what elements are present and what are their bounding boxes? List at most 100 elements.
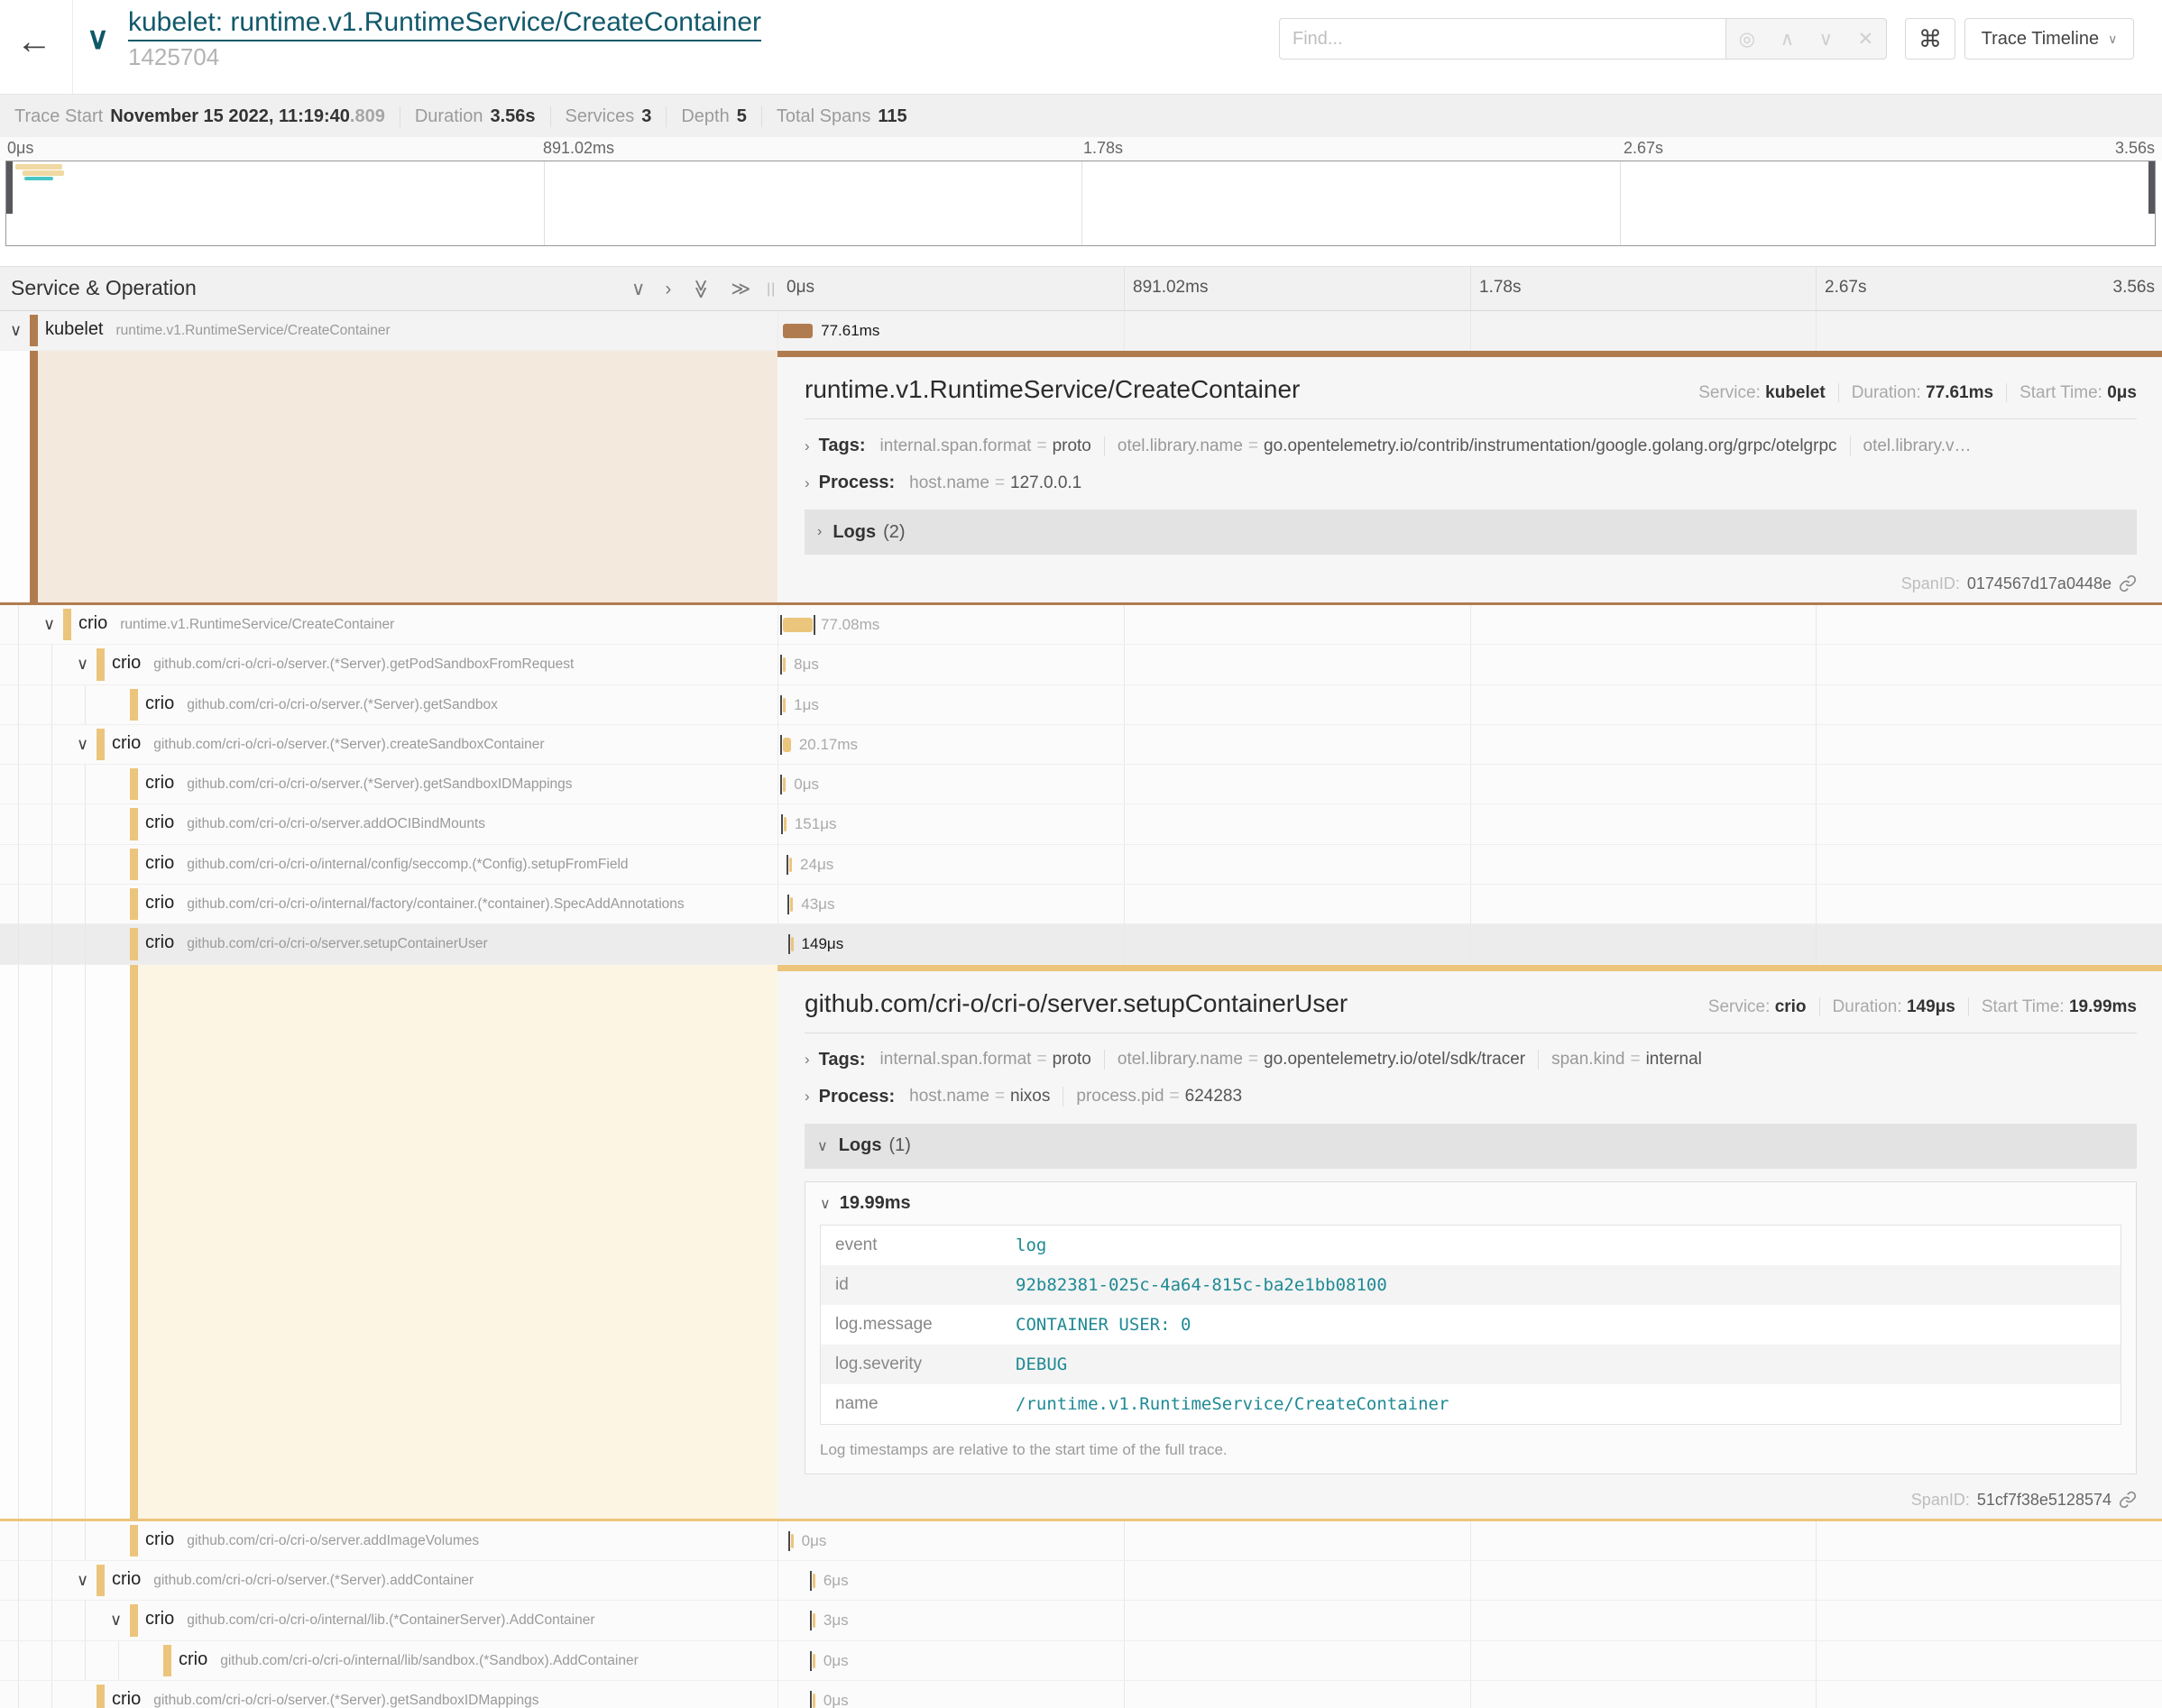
span-row[interactable]: criogithub.com/cri-o/cri-o/internal/conf…	[0, 845, 2162, 885]
view-selector-button[interactable]: Trace Timeline ∨	[1964, 18, 2134, 60]
span-row[interactable]: ∨kubeletruntime.v1.RuntimeService/Create…	[0, 311, 2162, 351]
minimap-left-handle[interactable]	[6, 161, 13, 214]
span-name-cell[interactable]: criogithub.com/cri-o/cri-o/internal/conf…	[0, 845, 778, 884]
span-duration-bar[interactable]	[813, 1574, 815, 1588]
span-row[interactable]: ∨criogithub.com/cri-o/cri-o/server.(*Ser…	[0, 725, 2162, 765]
span-row[interactable]: criogithub.com/cri-o/cri-o/server.setupC…	[0, 924, 2162, 964]
span-timeline-cell[interactable]: 151μs	[777, 804, 2162, 843]
span-toggle-icon[interactable]: ∨	[77, 1571, 88, 1590]
span-timeline-cell[interactable]: 0μs	[777, 765, 2162, 803]
span-row[interactable]: ∨criogithub.com/cri-o/cri-o/server.(*Ser…	[0, 645, 2162, 684]
span-toggle-icon[interactable]: ∨	[77, 655, 88, 674]
span-name-cell[interactable]: ∨criogithub.com/cri-o/cri-o/server.(*Ser…	[0, 645, 778, 684]
span-row[interactable]: criogithub.com/cri-o/cri-o/server.(*Serv…	[0, 1681, 2162, 1708]
span-name-cell[interactable]: criogithub.com/cri-o/cri-o/server.(*Serv…	[0, 1681, 778, 1708]
chevron-down-icon[interactable]: ∨	[1819, 28, 1833, 51]
span-timeline-cell[interactable]: 8μs	[777, 645, 2162, 684]
span-duration-bar[interactable]	[783, 777, 786, 792]
trace-minimap[interactable]	[5, 161, 2156, 246]
span-duration-bar[interactable]	[791, 1534, 794, 1548]
back-arrow-icon[interactable]: ←	[16, 23, 52, 60]
span-name-cell[interactable]: ∨kubeletruntime.v1.RuntimeService/Create…	[0, 311, 778, 350]
span-name-cell[interactable]: criogithub.com/cri-o/cri-o/server.addIma…	[0, 1521, 778, 1560]
span-toggle-icon[interactable]: ∨	[77, 735, 88, 754]
span-timeline-cell[interactable]: 149μs	[777, 924, 2162, 963]
chevron-up-icon[interactable]: ∧	[1780, 28, 1794, 51]
keyboard-shortcuts-button[interactable]: ⌘	[1905, 18, 1955, 60]
span-duration-bar[interactable]	[783, 618, 813, 632]
span-row[interactable]: criogithub.com/cri-o/cri-o/server.(*Serv…	[0, 685, 2162, 725]
span-toggle-icon[interactable]: ∨	[110, 1611, 122, 1630]
span-timeline-cell[interactable]: 43μs	[777, 885, 2162, 923]
span-timeline-cell[interactable]: 0μs	[777, 1521, 2162, 1560]
span-name-cell[interactable]: criogithub.com/cri-o/cri-o/server.addOCI…	[0, 804, 778, 843]
logs-accordion[interactable]: ∨ Logs(1)	[805, 1124, 2137, 1169]
span-duration-bar[interactable]	[783, 657, 786, 672]
detail-left-column	[0, 351, 777, 602]
process-row[interactable]: › Process: host.name=127.0.0.1	[805, 473, 2137, 493]
self-time-tick	[787, 895, 789, 914]
span-duration-bar[interactable]	[783, 324, 813, 338]
span-service-name: crioruntime.v1.RuntimeService/CreateCont…	[78, 613, 394, 634]
span-row[interactable]: ∨ crioruntime.v1.RuntimeService/CreateCon…	[0, 605, 2162, 645]
collapse-all-icon[interactable]: ≫	[690, 280, 713, 299]
span-duration-bar[interactable]	[813, 1654, 815, 1668]
span-row[interactable]: criogithub.com/cri-o/cri-o/server.addIma…	[0, 1521, 2162, 1561]
span-name-cell[interactable]: ∨criogithub.com/cri-o/cri-o/internal/lib…	[0, 1601, 778, 1639]
span-timeline-cell[interactable]: 77.08ms	[777, 605, 2162, 644]
tags-row[interactable]: › Tags: internal.span.format=protootel.l…	[805, 1050, 2137, 1070]
span-toggle-icon[interactable]: ∨	[10, 321, 22, 340]
collapse-one-icon[interactable]: ∨	[631, 278, 645, 300]
link-icon[interactable]	[2119, 574, 2137, 592]
span-row[interactable]: criogithub.com/cri-o/cri-o/server.addOCI…	[0, 804, 2162, 844]
span-duration-bar[interactable]	[790, 897, 793, 912]
find-input[interactable]	[1280, 19, 1725, 59]
span-name-cell[interactable]: ∨criogithub.com/cri-o/cri-o/server.(*Ser…	[0, 1561, 778, 1600]
span-name-cell[interactable]: criogithub.com/cri-o/cri-o/internal/lib/…	[0, 1641, 778, 1680]
span-timeline-cell[interactable]: 0μs	[777, 1641, 2162, 1680]
span-timeline-cell[interactable]: 20.17ms	[777, 725, 2162, 764]
log-entry-header[interactable]: ∨19.99ms	[805, 1182, 2136, 1223]
column-splitter[interactable]: ||	[767, 281, 776, 298]
crosshair-icon[interactable]: ◎	[1739, 28, 1755, 51]
span-duration-label: 1μs	[794, 696, 819, 714]
span-name-cell[interactable]: ∨criogithub.com/cri-o/cri-o/server.(*Ser…	[0, 725, 778, 764]
span-row[interactable]: criogithub.com/cri-o/cri-o/server.(*Serv…	[0, 765, 2162, 804]
expand-one-icon[interactable]: ›	[665, 278, 671, 300]
tag-item: host.name=127.0.0.1	[909, 473, 1081, 493]
span-name-cell[interactable]: criogithub.com/cri-o/cri-o/internal/fact…	[0, 885, 778, 923]
span-toggle-icon[interactable]: ∨	[43, 615, 55, 634]
span-row[interactable]: criogithub.com/cri-o/cri-o/internal/lib/…	[0, 1641, 2162, 1681]
logs-accordion[interactable]: › Logs(2)	[805, 510, 2137, 555]
span-timeline-cell[interactable]: 1μs	[777, 685, 2162, 724]
span-timeline-cell[interactable]: 6μs	[777, 1561, 2162, 1600]
close-icon[interactable]: ✕	[1858, 28, 1874, 51]
span-name-cell[interactable]: ∨ crioruntime.v1.RuntimeService/CreateCon…	[0, 605, 778, 644]
tags-row[interactable]: › Tags: internal.span.format=protootel.l…	[805, 436, 2137, 456]
span-name-cell[interactable]: criogithub.com/cri-o/cri-o/server.setupC…	[0, 924, 778, 963]
process-row[interactable]: › Process: host.name=nixosprocess.pid=62…	[805, 1087, 2137, 1107]
trace-title-link[interactable]: kubelet: runtime.v1.RuntimeService/Creat…	[128, 7, 761, 41]
link-icon[interactable]	[2119, 1491, 2137, 1509]
span-duration-bar[interactable]	[784, 817, 787, 831]
span-row[interactable]: ∨criogithub.com/cri-o/cri-o/internal/lib…	[0, 1601, 2162, 1640]
span-row[interactable]: criogithub.com/cri-o/cri-o/internal/fact…	[0, 885, 2162, 924]
minimap-right-handle[interactable]	[2148, 161, 2155, 214]
expand-all-icon[interactable]: ≫	[731, 278, 750, 300]
span-name-cell[interactable]: criogithub.com/cri-o/cri-o/server.(*Serv…	[0, 765, 778, 803]
trace-collapse-icon[interactable]: ∨	[87, 23, 109, 54]
span-timeline-cell[interactable]: 3μs	[777, 1601, 2162, 1639]
span-duration-bar[interactable]	[783, 698, 786, 712]
span-name-cell[interactable]: criogithub.com/cri-o/cri-o/server.(*Serv…	[0, 685, 778, 724]
span-duration-bar[interactable]	[791, 937, 794, 951]
span-timeline-cell[interactable]: 0μs	[777, 1681, 2162, 1708]
span-duration-bar[interactable]	[813, 1613, 815, 1628]
span-timeline-cell[interactable]: 24μs	[777, 845, 2162, 884]
service-color-bar	[130, 888, 138, 920]
span-timeline-cell[interactable]: 77.61ms	[777, 311, 2162, 350]
span-row[interactable]: ∨criogithub.com/cri-o/cri-o/server.(*Ser…	[0, 1561, 2162, 1601]
span-duration-bar[interactable]	[789, 858, 792, 872]
span-duration-bar[interactable]	[813, 1694, 815, 1708]
span-id-row: SpanID:0174567d17a0448e	[1901, 574, 2137, 593]
span-duration-bar[interactable]	[783, 738, 791, 752]
